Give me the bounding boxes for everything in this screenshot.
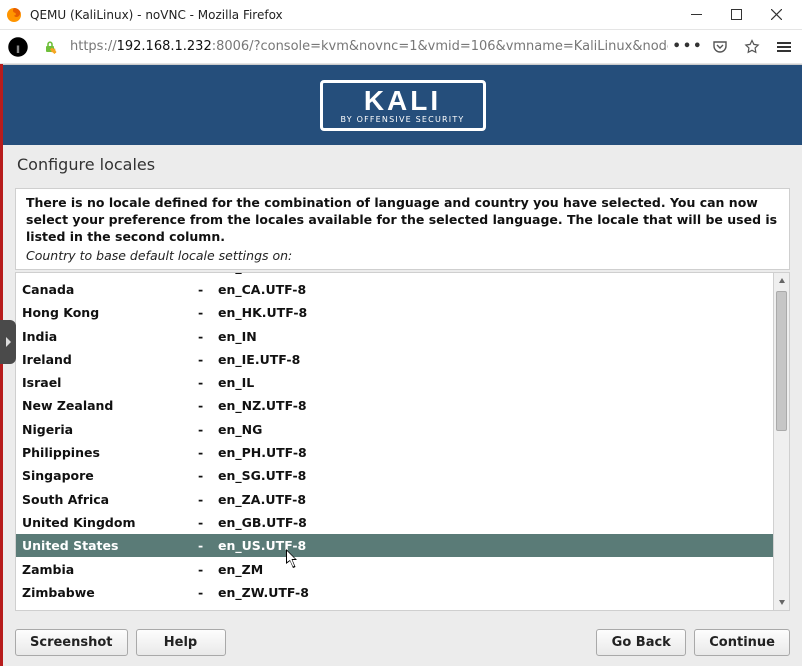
locale-code: en_BW.UTF-8	[218, 273, 769, 274]
instruction-text: There is no locale defined for the combi…	[26, 195, 779, 246]
list-scrollbar[interactable]	[773, 273, 789, 610]
locale-country: United Kingdom	[20, 515, 198, 530]
locale-code: en_GB.UTF-8	[218, 515, 769, 530]
locale-separator: -	[198, 562, 218, 577]
locale-code: en_PH.UTF-8	[218, 445, 769, 460]
locale-code: en_ZW.UTF-8	[218, 585, 769, 600]
locale-separator: -	[198, 538, 218, 553]
locale-separator: -	[198, 352, 218, 367]
locale-separator: -	[198, 305, 218, 320]
logo-text-small: BY OFFENSIVE SECURITY	[341, 116, 465, 124]
locale-code: en_SG.UTF-8	[218, 468, 769, 483]
locale-option[interactable]: Ireland-en_IE.UTF-8	[16, 348, 773, 371]
locale-country: Philippines	[20, 445, 198, 460]
browser-toolbar: https://192.168.1.232:8006/?console=kvm&…	[0, 30, 802, 64]
locale-code: en_ZA.UTF-8	[218, 492, 769, 507]
locale-separator: -	[198, 445, 218, 460]
locale-option[interactable]: Zambia-en_ZM	[16, 557, 773, 580]
locale-option[interactable]: Canada-en_CA.UTF-8	[16, 278, 773, 301]
bookmark-star-icon[interactable]	[740, 35, 764, 59]
locale-option[interactable]: Israel-en_IL	[16, 371, 773, 394]
installer-banner: KALI BY OFFENSIVE SECURITY	[3, 65, 802, 145]
locale-separator: -	[198, 468, 218, 483]
locale-option[interactable]: Nigeria-en_NG	[16, 418, 773, 441]
novnc-side-handle[interactable]	[0, 320, 16, 364]
scroll-down-icon[interactable]	[774, 594, 789, 610]
window-titlebar: QEMU (KaliLinux) - noVNC - Mozilla Firef…	[0, 0, 802, 30]
locale-country: Canada	[20, 282, 198, 297]
locale-country: New Zealand	[20, 398, 198, 413]
scrollbar-thumb[interactable]	[776, 291, 787, 431]
locale-country: Ireland	[20, 352, 198, 367]
locale-option[interactable]: South Africa-en_ZA.UTF-8	[16, 487, 773, 510]
locale-option[interactable]: United Kingdom-en_GB.UTF-8	[16, 511, 773, 534]
go-back-button[interactable]: Go Back	[596, 629, 686, 656]
help-button[interactable]: Help	[136, 629, 226, 656]
firefox-icon	[6, 7, 22, 23]
locale-separator: -	[198, 398, 218, 413]
footer-buttons: Screenshot Help Go Back Continue	[15, 629, 790, 656]
locale-option[interactable]: United States-en_US.UTF-8	[16, 534, 773, 557]
logo-text-big: KALI	[341, 87, 465, 115]
info-icon[interactable]	[6, 35, 30, 59]
locale-country: Hong Kong	[20, 305, 198, 320]
instruction-box: There is no locale defined for the combi…	[15, 188, 790, 270]
window-title: QEMU (KaliLinux) - noVNC - Mozilla Firef…	[30, 8, 676, 22]
continue-button[interactable]: Continue	[694, 629, 790, 656]
url-host: 192.168.1.232	[117, 39, 212, 54]
locale-separator: -	[198, 492, 218, 507]
locale-code: en_IL	[218, 375, 769, 390]
locale-listbox: Botswana-en_BW.UTF-8Canada-en_CA.UTF-8Ho…	[15, 272, 790, 611]
locale-code: en_IN	[218, 329, 769, 344]
locale-separator: -	[198, 273, 218, 274]
locale-option[interactable]: Philippines-en_PH.UTF-8	[16, 441, 773, 464]
pocket-icon[interactable]	[708, 35, 732, 59]
instruction-prompt: Country to base default locale settings …	[26, 248, 779, 265]
locale-option[interactable]: India-en_IN	[16, 324, 773, 347]
locale-code: en_US.UTF-8	[218, 538, 769, 553]
locale-country: United States	[20, 538, 198, 553]
locale-separator: -	[198, 422, 218, 437]
vnc-canvas: KALI BY OFFENSIVE SECURITY Configure loc…	[3, 64, 802, 666]
locale-code: en_ZM	[218, 562, 769, 577]
scroll-up-icon[interactable]	[774, 273, 789, 289]
locale-country: South Africa	[20, 492, 198, 507]
locale-code: en_NG	[218, 422, 769, 437]
locale-country: Singapore	[20, 468, 198, 483]
screenshot-button[interactable]: Screenshot	[15, 629, 128, 656]
locale-country: India	[20, 329, 198, 344]
locale-country: Zimbabwe	[20, 585, 198, 600]
page-actions-icon[interactable]: •••	[676, 35, 700, 59]
locale-code: en_NZ.UTF-8	[218, 398, 769, 413]
locale-code: en_CA.UTF-8	[218, 282, 769, 297]
lock-warning-icon[interactable]	[38, 35, 62, 59]
menu-hamburger-icon[interactable]	[772, 35, 796, 59]
locale-code: en_IE.UTF-8	[218, 352, 769, 367]
kali-logo: KALI BY OFFENSIVE SECURITY	[320, 80, 486, 131]
locale-separator: -	[198, 585, 218, 600]
locale-country: Nigeria	[20, 422, 198, 437]
locale-country: Zambia	[20, 562, 198, 577]
locale-separator: -	[198, 375, 218, 390]
url-scheme: https://	[70, 39, 117, 54]
close-button[interactable]	[756, 1, 796, 29]
locale-country: Botswana	[20, 273, 198, 274]
url-path: :8006/?console=kvm&novnc=1&vmid=106&vmna…	[212, 39, 668, 54]
locale-separator: -	[198, 282, 218, 297]
locale-code: en_HK.UTF-8	[218, 305, 769, 320]
maximize-button[interactable]	[716, 1, 756, 29]
page-title: Configure locales	[3, 145, 802, 180]
locale-option[interactable]: Hong Kong-en_HK.UTF-8	[16, 301, 773, 324]
minimize-button[interactable]	[676, 1, 716, 29]
locale-option[interactable]: New Zealand-en_NZ.UTF-8	[16, 394, 773, 417]
locale-country: Israel	[20, 375, 198, 390]
locale-separator: -	[198, 515, 218, 530]
address-bar[interactable]: https://192.168.1.232:8006/?console=kvm&…	[70, 39, 668, 54]
locale-option[interactable]: Singapore-en_SG.UTF-8	[16, 464, 773, 487]
locale-separator: -	[198, 329, 218, 344]
locale-option[interactable]: Zimbabwe-en_ZW.UTF-8	[16, 581, 773, 604]
